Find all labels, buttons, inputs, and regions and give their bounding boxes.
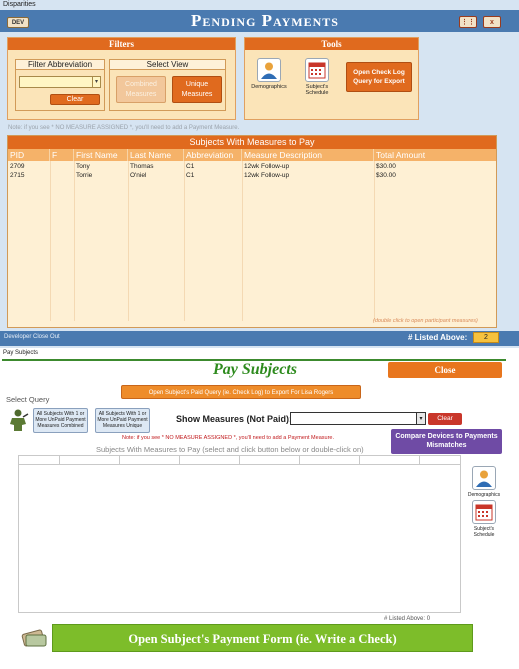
chevron-down-icon[interactable]: ▾: [416, 412, 426, 425]
developer-close-out-button[interactable]: Developer Close Out: [4, 334, 60, 340]
page-title: Pending Payments: [191, 11, 339, 30]
grid-divider: [128, 161, 129, 321]
demographics-tool[interactable]: Demographics: [466, 466, 502, 498]
column-header-first-name[interactable]: First Name: [74, 149, 128, 161]
query-unique-button[interactable]: All Subjects With 1 or More UnPaid Payme…: [95, 408, 150, 433]
listed-count-value: 2: [473, 332, 499, 343]
open-payment-form-button[interactable]: Open Subject's Payment Form (ie. Write a…: [52, 624, 473, 652]
cell-last-name: Thomas: [130, 163, 154, 170]
grid-divider: [242, 161, 243, 321]
grid-divider: [179, 456, 180, 465]
abbreviation-select[interactable]: [19, 76, 101, 88]
query-combined-button[interactable]: All Subjects With 1 or More UnPaid Payme…: [33, 408, 88, 433]
schedule-label: Subject's Schedule: [305, 84, 329, 96]
person-icon: [257, 58, 281, 82]
demographics-label: Demographics: [467, 492, 501, 498]
column-header-pid[interactable]: PID: [8, 149, 50, 161]
window-title: Disparities: [3, 1, 36, 8]
schedule-tool[interactable]: Subject's Schedule: [466, 500, 502, 538]
cell-f: [50, 171, 74, 180]
measures-grid: Subjects With Measures to Pay PID F Firs…: [7, 135, 497, 328]
grid-divider: [299, 456, 300, 465]
select-query-label: Select Query: [6, 395, 50, 404]
grid-divider: [59, 456, 60, 465]
calendar-icon: [472, 500, 496, 524]
export-check-log-button[interactable]: Open Subject's Paid Query (ie. Check Log…: [121, 385, 361, 399]
clear-filter-button[interactable]: Clear: [50, 94, 100, 105]
grid-divider: [184, 161, 185, 321]
calendar-icon: [305, 58, 329, 82]
subjects-grid[interactable]: [18, 455, 461, 613]
cell-first-name: Torrie: [76, 172, 93, 179]
demographics-label: Demographics: [251, 84, 287, 90]
column-header-total-amount[interactable]: Total Amount: [374, 149, 496, 161]
cell-measure-description: 12wk Follow-up: [244, 172, 290, 179]
grid-divider: [419, 456, 420, 465]
grid-divider: [119, 456, 120, 465]
grid-header: [19, 456, 460, 465]
schedule-label: Subject's Schedule: [473, 526, 495, 538]
select-view-label: Select View: [110, 60, 225, 70]
demographics-tool[interactable]: Demographics: [250, 58, 288, 90]
chevron-down-icon[interactable]: ▾: [92, 77, 100, 87]
money-icon: [20, 626, 48, 650]
soldier-icon: [7, 408, 29, 432]
grid-caption: Subjects With Measures to Pay (select an…: [96, 445, 364, 454]
table-row[interactable]: 2709 Tony Thomas C1 12wk Follow-up $30.0…: [8, 162, 496, 171]
clear-button[interactable]: Clear: [428, 413, 462, 425]
cell-pid: 2715: [10, 172, 25, 179]
grid-divider: [50, 161, 51, 321]
open-check-log-button[interactable]: Open Check Log Query for Export: [346, 62, 412, 92]
unique-measures-button[interactable]: Unique Measures: [172, 76, 222, 103]
page-title: Pay Subjects: [213, 361, 297, 378]
note-text: Note: if you see * NO MEASURE ASSIGNED *…: [122, 435, 334, 441]
cell-first-name: Tony: [76, 163, 90, 170]
tools-title: Tools: [245, 38, 418, 50]
column-header-f[interactable]: F: [50, 149, 74, 161]
cell-pid: 2709: [10, 163, 25, 170]
table-row[interactable]: 2715 Torrie O'niel C1 12wk Follow-up $30…: [8, 171, 496, 180]
grid-divider: [374, 161, 375, 321]
cell-total-amount: $30.00: [376, 172, 396, 179]
cell-abbreviation: C1: [186, 163, 195, 170]
cell-f: [50, 162, 74, 171]
restore-button[interactable]: ⋮⋮: [459, 16, 477, 28]
person-icon: [472, 466, 496, 490]
cell-last-name: O'niel: [130, 172, 147, 179]
grid-divider: [359, 456, 360, 465]
compare-devices-button[interactable]: Compare Devices to Payments Mismatches: [391, 429, 502, 454]
filter-abbreviation-label: Filter Abbreviation: [16, 60, 104, 70]
close-button[interactable]: x: [483, 16, 501, 28]
cell-total-amount: $30.00: [376, 163, 396, 170]
column-header-measure-description[interactable]: Measure Description: [242, 149, 374, 161]
schedule-tool[interactable]: Subject's Schedule: [298, 58, 336, 96]
combined-measures-button[interactable]: Combined Measures: [116, 76, 166, 103]
grid-divider: [74, 161, 75, 321]
grid-divider: [239, 456, 240, 465]
grid-title: Subjects With Measures to Pay: [8, 136, 496, 149]
show-measures-label: Show Measures (Not Paid):: [176, 414, 293, 424]
cell-measure-description: 12wk Follow-up: [244, 163, 290, 170]
filters-title: Filters: [8, 38, 235, 50]
listed-count: # Listed Above: 0: [384, 616, 431, 622]
window-title: Pay Subjects: [3, 350, 39, 356]
close-button[interactable]: Close: [388, 362, 502, 378]
grid-hint: (double click to open participant measur…: [373, 318, 478, 324]
dev-button[interactable]: DEV: [7, 17, 29, 28]
note-text: Note: if you see * NO MEASURE ASSIGNED *…: [8, 125, 240, 131]
column-header-abbreviation[interactable]: Abbreviation: [184, 149, 242, 161]
column-header-last-name[interactable]: Last Name: [128, 149, 184, 161]
listed-count-label: # Listed Above:: [408, 333, 468, 342]
cell-abbreviation: C1: [186, 172, 195, 179]
show-measures-select[interactable]: [290, 412, 426, 425]
